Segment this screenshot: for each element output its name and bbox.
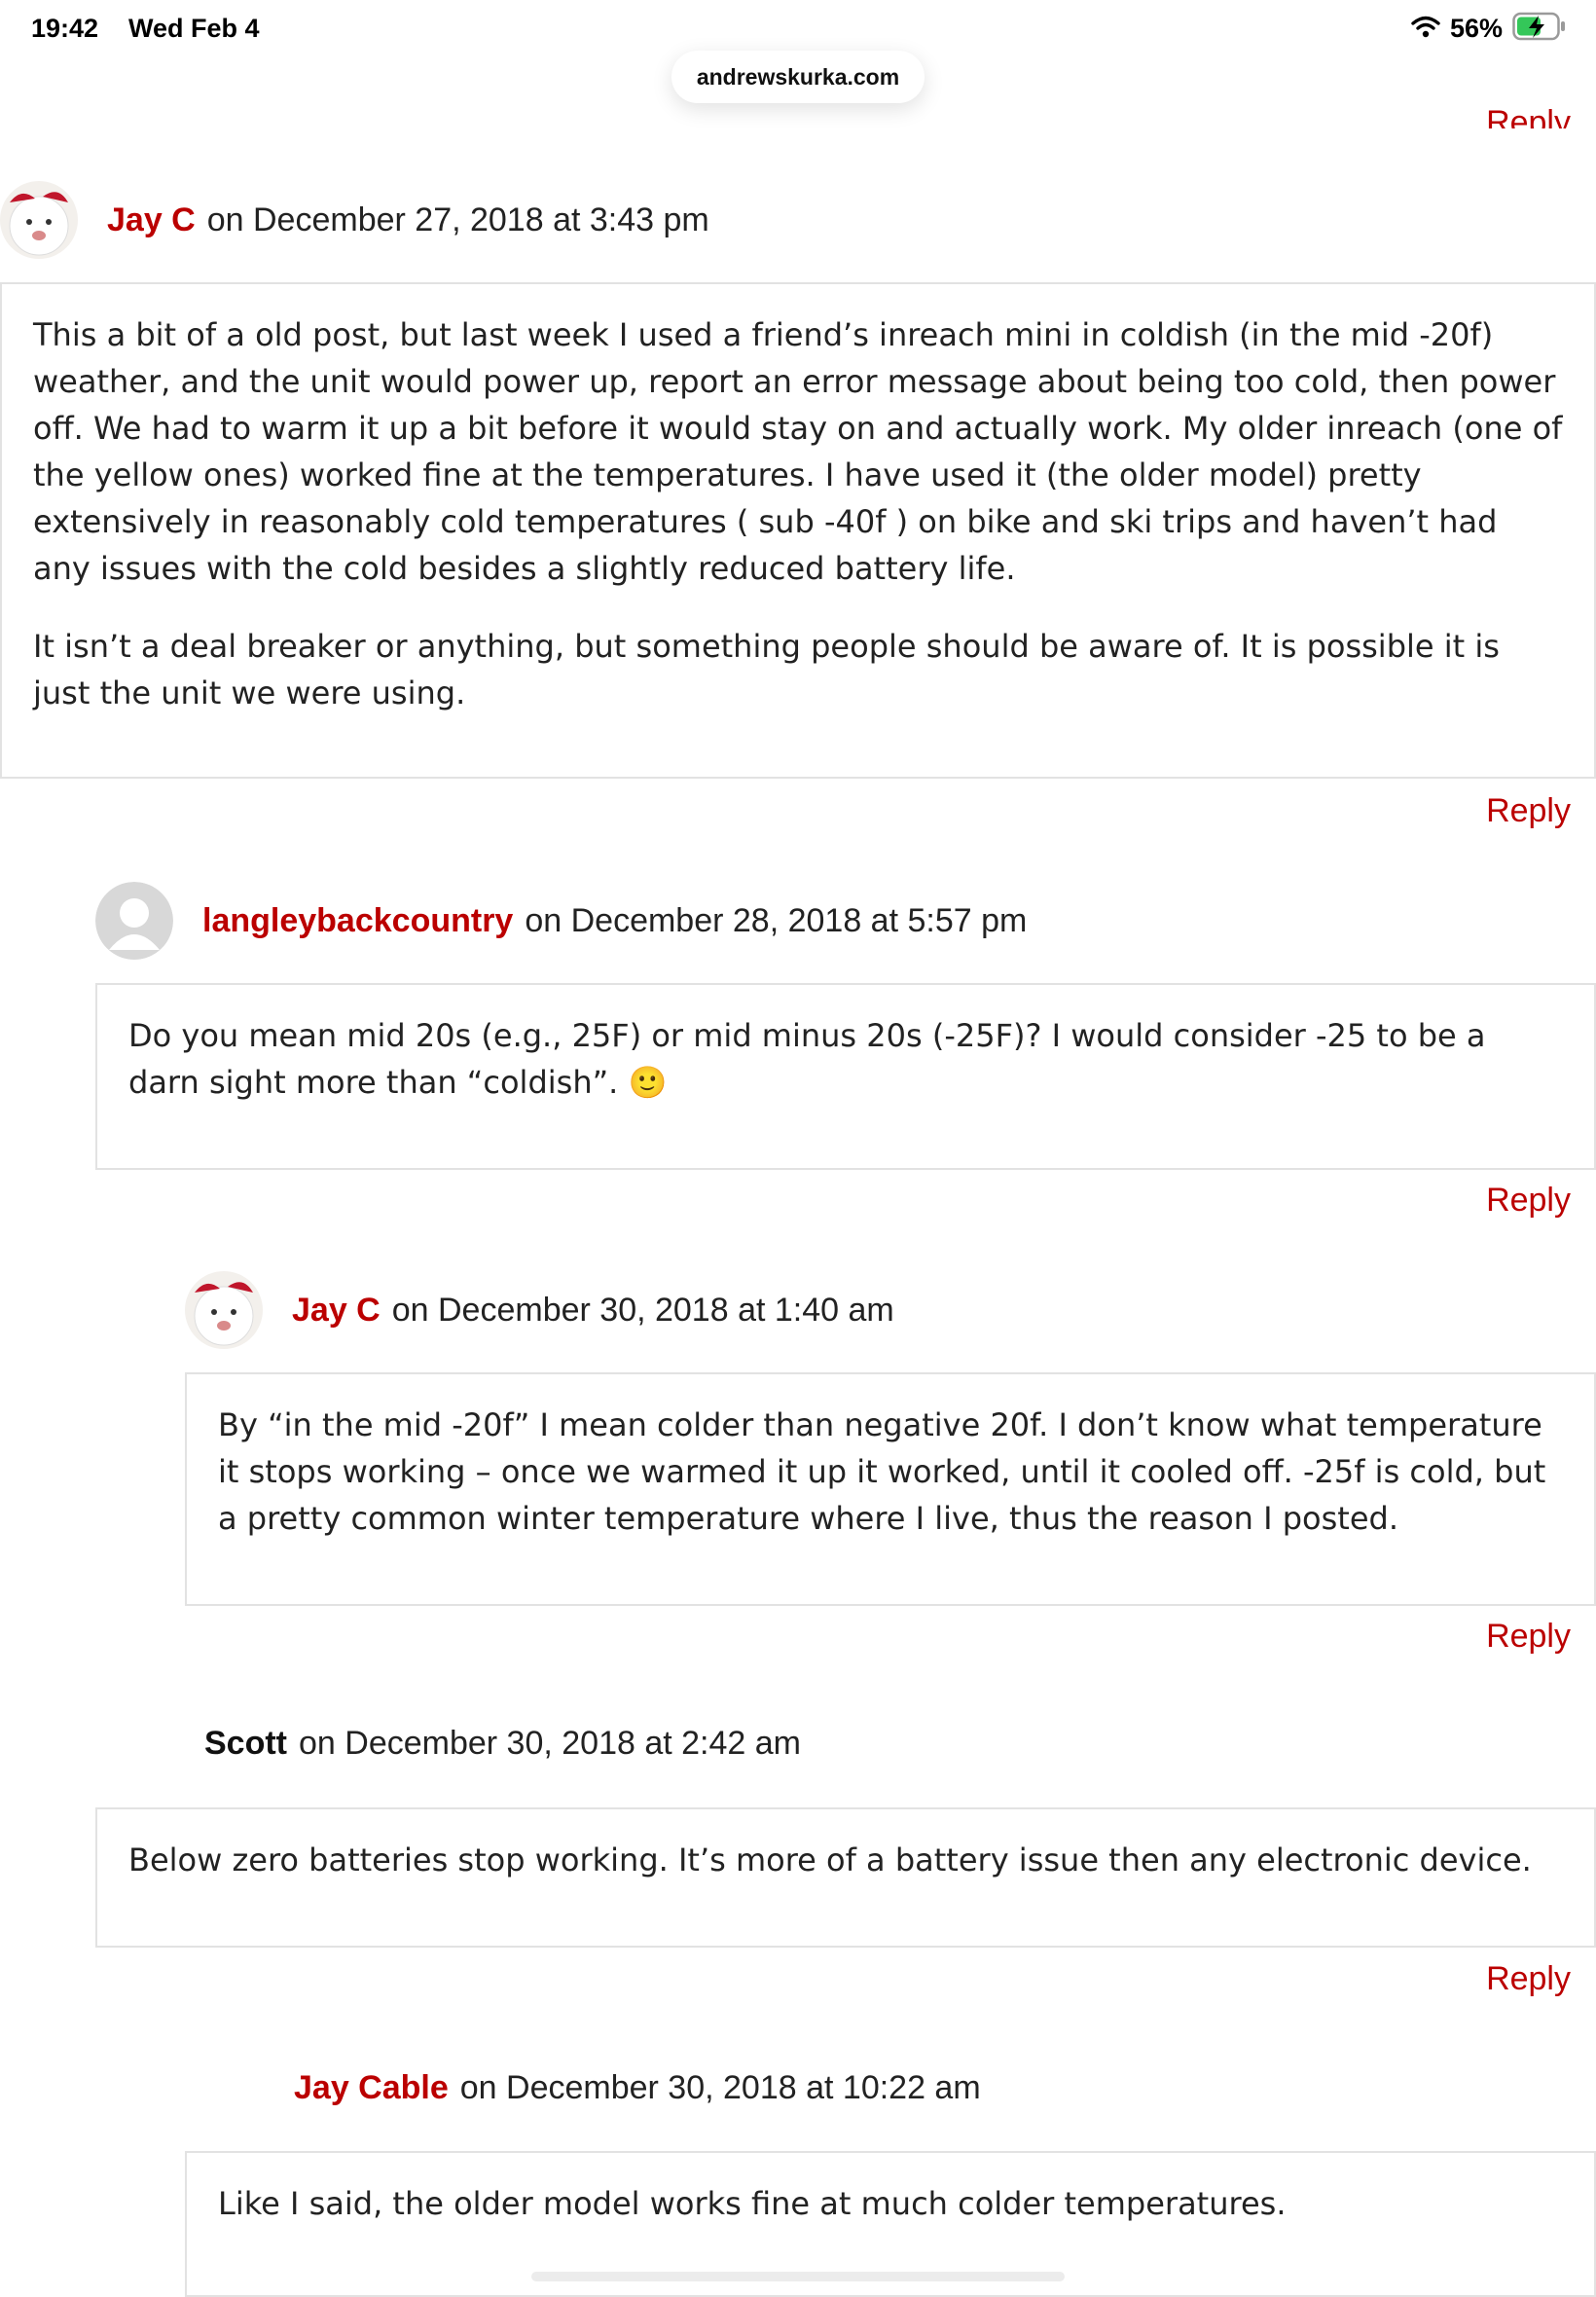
comment-author-link[interactable]: Jay C bbox=[292, 1292, 381, 1330]
comment-paragraph: It isn’t a deal breaker or anything, but… bbox=[33, 628, 1500, 711]
comment-header: langleybackcountry on December 28, 2018 … bbox=[95, 882, 1027, 960]
comment-header: Jay C on December 27, 2018 at 3:43 pm bbox=[0, 181, 709, 259]
status-date: Wed Feb 4 bbox=[128, 14, 260, 43]
reply-link-previous[interactable]: Reply bbox=[1486, 93, 1571, 128]
dog-avatar-icon[interactable] bbox=[185, 1271, 263, 1349]
reply-link[interactable]: Reply bbox=[1486, 1182, 1571, 1220]
comment-paragraph: Below zero batteries stop working. It’s … bbox=[128, 1841, 1532, 1878]
comment-body: This a bit of a old post, but last week … bbox=[0, 282, 1596, 779]
battery-charging-icon bbox=[1512, 12, 1567, 45]
comment-date: on December 30, 2018 at 10:22 am bbox=[459, 2069, 981, 2106]
comment-date: on December 30, 2018 at 1:40 am bbox=[391, 1291, 894, 1329]
url-bar[interactable]: andrewskurka.com bbox=[671, 51, 925, 103]
status-time: 19:42 bbox=[31, 14, 99, 43]
comment-author: Scott bbox=[204, 1725, 287, 1762]
comment-paragraph: Do you mean mid 20s (e.g., 25F) or mid m… bbox=[128, 1017, 1486, 1101]
comment-date: on December 30, 2018 at 2:42 am bbox=[299, 1725, 801, 1762]
default-avatar-icon[interactable] bbox=[95, 882, 173, 960]
comment-author-link[interactable]: langleybackcountry bbox=[202, 902, 513, 940]
comment-date: on December 28, 2018 at 5:57 pm bbox=[525, 901, 1028, 939]
comment-body: By “in the mid -20f” I mean colder than … bbox=[185, 1372, 1596, 1606]
reply-link[interactable]: Reply bbox=[1486, 1960, 1571, 1998]
reply-link[interactable]: Reply bbox=[1486, 1618, 1571, 1656]
reply-link[interactable]: Reply bbox=[1486, 792, 1571, 830]
wifi-icon bbox=[1411, 15, 1440, 42]
comment-author-link[interactable]: Jay C bbox=[107, 201, 196, 239]
home-indicator[interactable] bbox=[531, 2272, 1065, 2281]
battery-percent: 56% bbox=[1449, 13, 1503, 43]
status-right: 56% bbox=[1411, 12, 1567, 45]
dog-avatar-icon[interactable] bbox=[0, 181, 78, 259]
comment-body: Do you mean mid 20s (e.g., 25F) or mid m… bbox=[95, 983, 1596, 1170]
comment-paragraph: Like I said, the older model works fine … bbox=[218, 2185, 1287, 2222]
comment-header: Jay Cable on December 30, 2018 at 10:22 … bbox=[294, 2069, 981, 2107]
comment-date: on December 27, 2018 at 3:43 pm bbox=[206, 201, 709, 238]
comment-paragraph: By “in the mid -20f” I mean colder than … bbox=[218, 1406, 1546, 1537]
comment-header: Scott on December 30, 2018 at 2:42 am bbox=[204, 1725, 801, 1763]
comment-paragraph: This a bit of a old post, but last week … bbox=[33, 316, 1563, 587]
comment-header: Jay C on December 30, 2018 at 1:40 am bbox=[185, 1271, 894, 1349]
comment-body: Below zero batteries stop working. It’s … bbox=[95, 1807, 1596, 1948]
comment-author-link[interactable]: Jay Cable bbox=[294, 2069, 449, 2107]
